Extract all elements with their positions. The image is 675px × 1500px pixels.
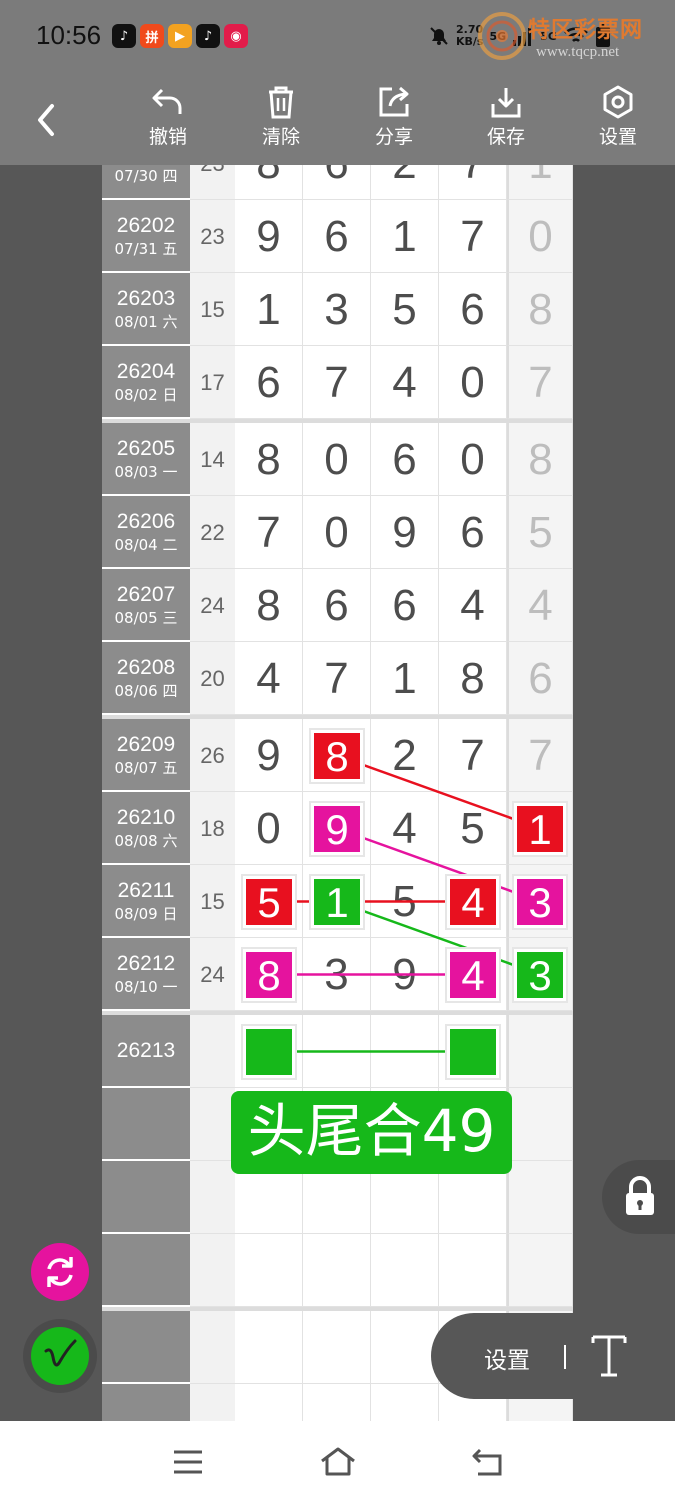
undo-icon [152,88,182,114]
highlighted-digit[interactable]: 9 [314,805,360,853]
highlighted-digit[interactable]: 3 [517,878,563,926]
text-tool-icon[interactable] [589,1333,629,1379]
refresh-icon [47,1257,73,1287]
save-label: 保存 [486,126,525,148]
connection-line [336,754,541,830]
pinduoduo-icon: 拼 [140,24,164,48]
system-nav-bar [0,1421,675,1500]
settings-button[interactable]: 设置 [578,84,658,149]
watermark-url: www.tqcp.net [536,44,620,60]
highlighted-digit[interactable]: 1 [517,805,563,853]
draw-chart-grid[interactable]: 2620107/30 四23862712620207/31 五239617026… [102,165,573,1421]
tiktok-icon: ♪ [196,24,220,48]
save-button[interactable]: 保存 [466,84,546,149]
tiktok-icon: ♪ [112,24,136,48]
highlighted-digit[interactable] [450,1028,496,1075]
video-app-icon: ▶ [168,24,192,48]
highlighted-digit[interactable]: 1 [314,878,360,926]
highlighted-digit[interactable]: 3 [517,951,563,999]
settings-hexagon-icon [603,85,633,119]
pen-stroke-icon [44,1339,77,1367]
connection-lines [269,754,541,1053]
mute-bell-icon [430,27,448,45]
highlighted-digit[interactable]: 8 [314,732,360,780]
top-toolbar: 撤销 清除 分享 保存 设置 [0,76,675,165]
refresh-button[interactable] [31,1243,89,1301]
highlighted-digit[interactable] [246,1028,292,1075]
connection-line [336,827,541,903]
highlighted-digit[interactable]: 4 [450,951,496,999]
pen-tool-inner [31,1327,89,1385]
menu-icon[interactable] [172,1448,204,1476]
connection-line [336,900,541,976]
highlighted-digit[interactable]: 8 [246,951,292,999]
watermark-title: 特区彩票网 [528,18,644,43]
undo-label: 撤销 [148,126,187,148]
trash-icon [269,86,293,119]
home-icon[interactable] [318,1445,358,1477]
share-button[interactable]: 分享 [354,84,434,149]
clear-label: 清除 [261,126,300,148]
highlighted-digit[interactable]: 5 [246,878,292,926]
pen-tool-button[interactable] [23,1319,97,1393]
undo-button[interactable]: 撤销 [128,84,208,149]
back-arrow-icon[interactable] [28,98,68,142]
watermark-logo-icon [478,12,526,60]
back-nav-icon[interactable] [470,1446,506,1478]
left-margin [0,165,102,1421]
camera-app-icon: ◉ [224,24,248,48]
download-icon [491,88,521,118]
lock-icon [626,1176,654,1215]
status-time: 10:56 [36,20,102,50]
share-label: 分享 [374,126,413,148]
share-icon [379,86,409,117]
lock-button[interactable] [602,1160,675,1234]
status-bar: 10:56 ♪ 拼 ▶ ♪ ◉ 2.70 KB/s 5G 5G 特区彩票网 ww… [0,0,675,76]
highlighted-digit[interactable]: 4 [450,878,496,926]
watermark: 特区彩票网 www.tqcp.net [478,8,668,68]
notification-app-icons: ♪ 拼 ▶ ♪ ◉ [112,24,248,48]
settings-label: 设置 [598,126,637,148]
clear-button[interactable]: 清除 [241,84,321,149]
